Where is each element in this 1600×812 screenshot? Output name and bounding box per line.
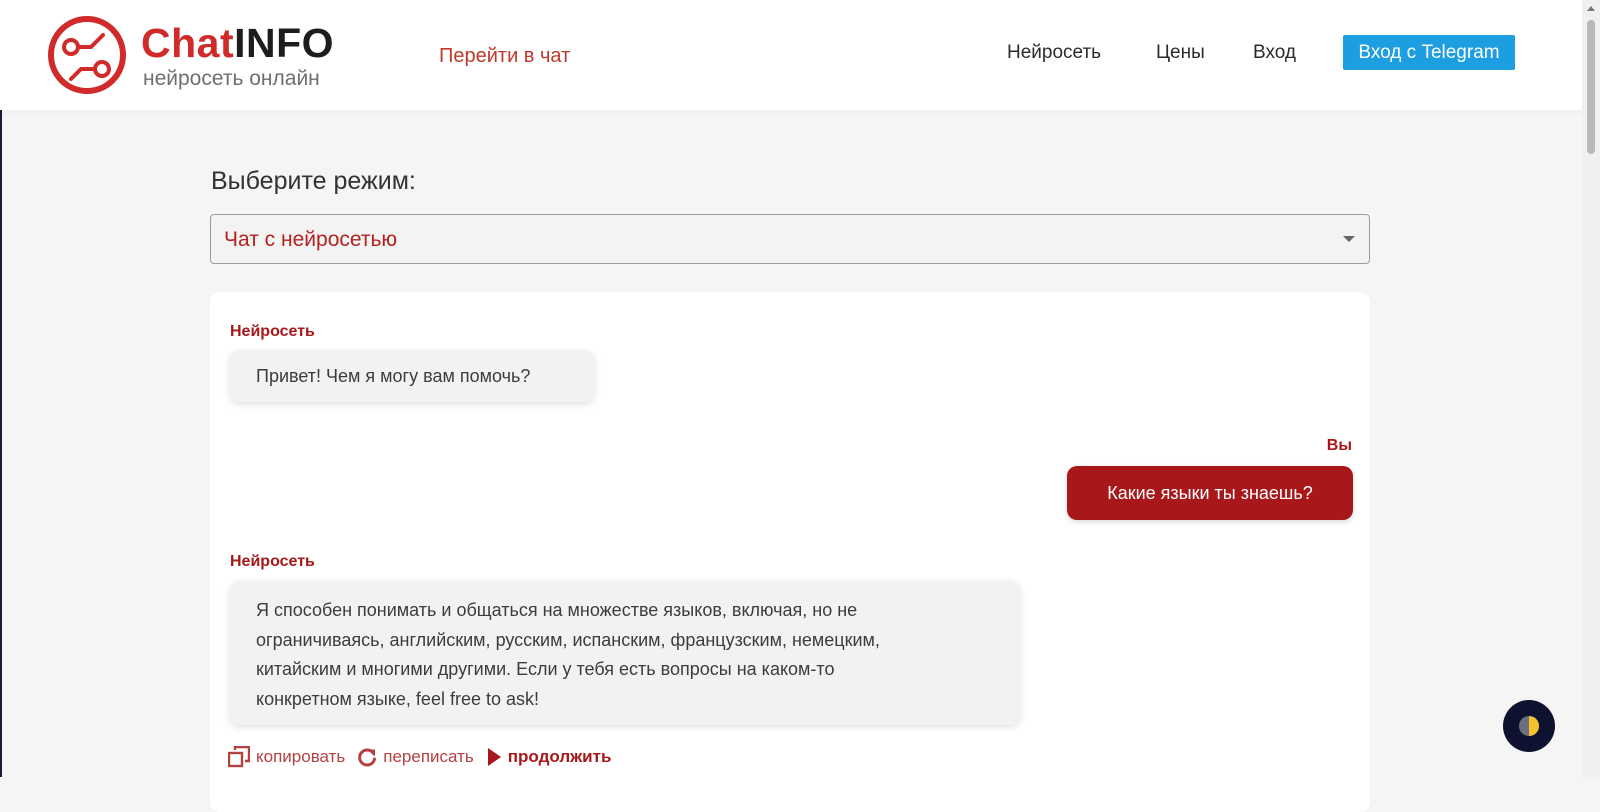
- logo-circuit-icon[interactable]: [47, 15, 127, 95]
- mode-label: Выберите режим:: [211, 167, 416, 195]
- logo-subtitle: нейросеть онлайн: [143, 67, 320, 90]
- nav-link-prices[interactable]: Цены: [1156, 41, 1205, 65]
- message-actions: копировать переписать продолжить: [228, 745, 623, 769]
- message-text: Какие языки ты знаешь?: [1107, 482, 1313, 503]
- continue-label: продолжить: [507, 747, 612, 766]
- bot-message-bubble: Я способен понимать и общаться на множес…: [230, 581, 1020, 725]
- copy-label: копировать: [256, 747, 346, 766]
- logo-title[interactable]: ChatINFO: [141, 20, 334, 66]
- message-text: Привет! Чем я могу вам помочь?: [256, 365, 531, 386]
- rewrite-button[interactable]: переписать: [357, 746, 474, 768]
- copy-icon: [228, 746, 250, 768]
- message-sender: Нейросеть: [230, 323, 315, 340]
- user-message-bubble: Какие языки ты знаешь?: [1067, 466, 1353, 520]
- message-line: конкретном языке, feel free to ask!: [256, 688, 539, 709]
- continue-button[interactable]: продолжить: [486, 746, 612, 768]
- theme-toggle-button[interactable]: [1503, 700, 1555, 752]
- mode-select-value: Чат с нейросетью: [224, 228, 398, 251]
- message-line: ограничиваясь, английским, русским, испа…: [256, 629, 880, 650]
- window-edge: [0, 0, 2, 777]
- bot-message-bubble: Привет! Чем я могу вам помочь?: [230, 350, 594, 402]
- message-sender: Нейросеть: [230, 553, 315, 570]
- site-header: ChatINFO нейросеть онлайн Перейти в чат …: [0, 0, 1582, 110]
- copy-button[interactable]: копировать: [228, 746, 345, 768]
- goto-chat-link[interactable]: Перейти в чат: [439, 44, 570, 68]
- logo-title-chat: Chat: [141, 20, 235, 66]
- message-line: Я способен понимать и общаться на множес…: [256, 600, 858, 620]
- nav-link-neural-network[interactable]: Нейросеть: [1007, 41, 1101, 65]
- rewrite-icon: [358, 748, 377, 767]
- continue-play-icon: [487, 748, 501, 766]
- scroll-up-arrow-icon[interactable]: [1587, 6, 1595, 11]
- nav-link-login[interactable]: Вход: [1253, 41, 1296, 65]
- logo-title-info: INFO: [234, 20, 335, 66]
- rewrite-label: переписать: [383, 747, 474, 766]
- scrollbar-thumb[interactable]: [1587, 20, 1595, 154]
- chat-panel: Нейросеть Привет! Чем я могу вам помочь?…: [210, 292, 1370, 812]
- chevron-down-icon: [1343, 236, 1355, 242]
- telegram-login-button[interactable]: Вход с Telegram: [1343, 35, 1515, 70]
- theme-toggle-icon: [1519, 716, 1539, 736]
- mode-select[interactable]: Чат с нейросетью: [210, 214, 1370, 264]
- message-sender-user: Вы: [1326, 437, 1352, 454]
- message-line: китайским и многими другими. Если у тебя…: [256, 659, 835, 679]
- page-scrollbar[interactable]: [1582, 0, 1600, 777]
